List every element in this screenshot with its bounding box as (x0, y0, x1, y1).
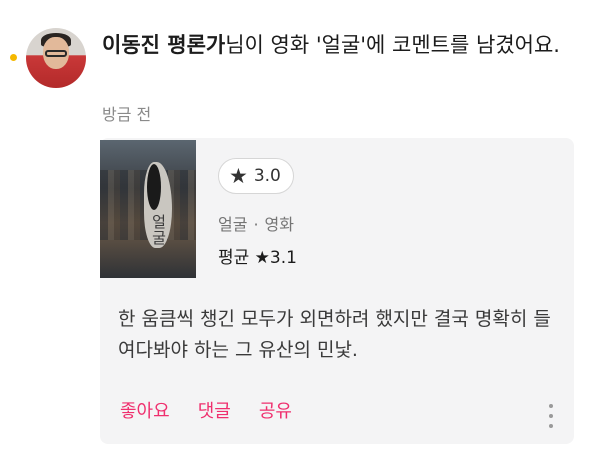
avatar-glasses (45, 50, 67, 57)
notification-headline[interactable]: 이동진 평론가님이 영화 '얼굴'에 코멘트를 남겼어요. (102, 30, 572, 60)
poster-title: 얼굴 (152, 213, 166, 247)
unread-indicator (10, 54, 17, 61)
user-rating-value: 3.0 (253, 166, 281, 186)
meta-separator: · (253, 215, 259, 234)
more-dot (549, 424, 553, 428)
comment-actions: 좋아요 댓글 공유 (120, 397, 292, 423)
more-vertical-icon[interactable] (548, 404, 554, 428)
share-button[interactable]: 공유 (259, 397, 292, 423)
poster-face-hole (147, 164, 161, 210)
avatar[interactable] (26, 28, 86, 88)
user-rating-badge: ★ 3.0 (218, 158, 294, 194)
comment-text[interactable]: 한 움큼씩 챙긴 모두가 외면하려 했지만 결국 명확히 들여다봐야 하는 그 … (118, 304, 558, 366)
average-rating: 평균 ★3.1 (218, 248, 297, 268)
comment-card[interactable]: 얼굴 ★ 3.0 얼굴 · 영화 평균 ★3.1 한 움큼씩 챙긴 모두가 외면하려… (100, 138, 574, 444)
star-icon: ★ (229, 163, 248, 188)
notification-time: 방금 전 (102, 105, 152, 124)
user-name[interactable]: 이동진 평론가 (102, 33, 225, 57)
reply-button[interactable]: 댓글 (198, 397, 231, 423)
movie-meta: 얼굴 · 영화 (218, 211, 294, 235)
movie-poster[interactable]: 얼굴 (100, 140, 196, 278)
movie-title[interactable]: 얼굴 (218, 215, 247, 234)
more-dot (549, 404, 553, 408)
like-button[interactable]: 좋아요 (120, 397, 170, 423)
more-dot (549, 414, 553, 418)
notification-message: 님이 영화 '얼굴'에 코멘트를 남겼어요. (225, 33, 560, 57)
movie-category: 영화 (264, 215, 294, 234)
